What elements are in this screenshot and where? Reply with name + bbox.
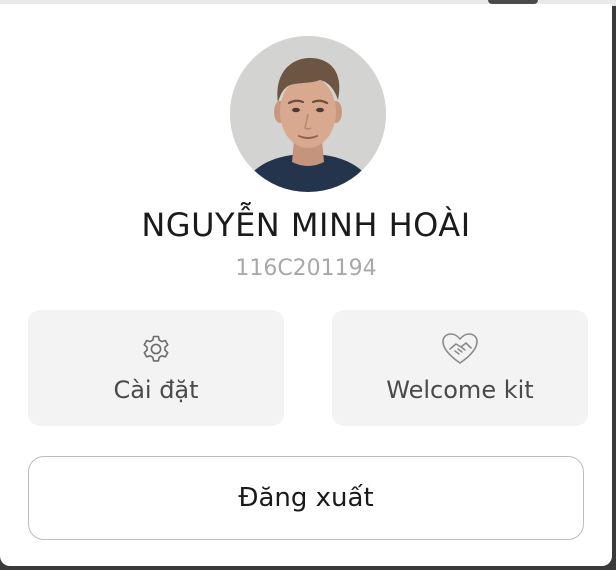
welcome-kit-label: Welcome kit bbox=[386, 376, 534, 404]
user-code: 116C201194 bbox=[235, 256, 377, 281]
profile-popover: NGUYỄN MINH HOÀI 116C201194 Cài đặt Welc… bbox=[0, 4, 612, 566]
welcome-kit-button[interactable]: Welcome kit bbox=[332, 310, 588, 426]
settings-label: Cài đặt bbox=[113, 376, 199, 404]
logout-button[interactable]: Đăng xuất bbox=[28, 456, 584, 540]
avatar-photo bbox=[230, 36, 386, 192]
gear-icon bbox=[28, 332, 284, 366]
avatar bbox=[230, 36, 386, 192]
handshake-heart-icon bbox=[332, 332, 588, 366]
user-name: NGUYỄN MINH HOÀI bbox=[141, 206, 471, 244]
settings-button[interactable]: Cài đặt bbox=[28, 310, 284, 426]
